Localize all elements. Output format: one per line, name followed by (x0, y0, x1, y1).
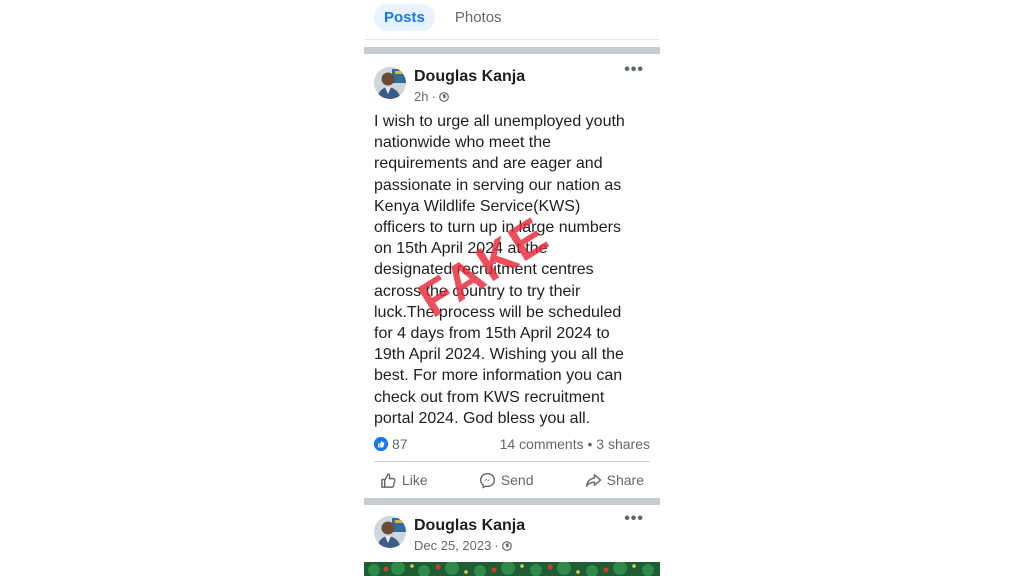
meta-dot: · (431, 89, 436, 104)
share-label: Share (606, 472, 644, 488)
like-label: Like (402, 472, 428, 488)
post-header: Douglas Kanja Dec 25, 2023 · ••• (374, 510, 650, 556)
post-header: Douglas Kanja 2h · ••• (374, 61, 650, 107)
like-button[interactable]: Like (374, 468, 434, 492)
thumbs-up-icon (381, 472, 396, 488)
globe-icon (438, 91, 449, 102)
post-text-line: passionate in serving our nation as (374, 176, 622, 194)
post-text-line: designated recruitment centres (374, 261, 594, 279)
post-text-line: across the country to try their (374, 282, 581, 300)
messenger-icon (479, 472, 495, 489)
feed-separator (364, 498, 660, 505)
post-meta: 2h · (414, 89, 449, 104)
post-text-line: luck.The process will be scheduled (374, 303, 622, 321)
post-text-line: requirements and are eager and (374, 155, 603, 173)
globe-icon (501, 540, 512, 551)
post-time[interactable]: 2h (414, 89, 428, 104)
profile-tabs: Posts Photos (374, 2, 512, 32)
post-text-line: officers to turn up in large numbers (374, 219, 621, 237)
post-author[interactable]: Douglas Kanja (414, 517, 525, 535)
tab-posts[interactable]: Posts (374, 3, 435, 31)
post-text-line: portal 2024. God bless you all. (374, 409, 591, 427)
post-meta: Dec 25, 2023 · (414, 538, 512, 553)
share-arrow-icon (585, 473, 601, 487)
post-text: I wish to urge all unemployed youth natio… (374, 111, 654, 429)
post-time[interactable]: Dec 25, 2023 (414, 538, 491, 553)
post-text-line: on 15th April 2024 at the (374, 240, 548, 258)
share-button[interactable]: Share (579, 468, 650, 492)
post-text-line: check out from KWS recruitment (374, 388, 605, 406)
reactions[interactable]: 87 (374, 436, 408, 452)
comments-shares-count[interactable]: 14 comments • 3 shares (500, 436, 650, 452)
feed-separator (364, 47, 660, 54)
send-label: Send (500, 472, 534, 488)
profile-feed: Posts Photos Douglas Kanja 2h · ••• I wi… (364, 0, 660, 576)
post-author[interactable]: Douglas Kanja (414, 68, 525, 86)
post-text-line: Kenya Wildlife Service(KWS) (374, 197, 581, 215)
meta-dot: · (494, 538, 499, 553)
post-text-line: for 4 days from 15th April 2024 to (374, 325, 610, 343)
post-text-line: 19th April 2024. Wishing you all the (374, 346, 624, 364)
avatar[interactable] (374, 67, 406, 99)
send-button[interactable]: Send (473, 468, 540, 492)
post-text-line: best. For more information you can (374, 367, 623, 385)
stats-divider (374, 461, 650, 462)
post-text-line: nationwide who meet the (374, 134, 551, 152)
post-image-preview[interactable] (364, 562, 660, 576)
tab-photos[interactable]: Photos (445, 4, 512, 31)
post-actions: Like Send Share (374, 468, 650, 492)
more-options-icon[interactable]: ••• (624, 61, 644, 79)
post-text-line: I wish to urge all unemployed youth (374, 113, 625, 130)
post-stats: 87 14 comments • 3 shares (374, 436, 650, 454)
more-options-icon[interactable]: ••• (624, 510, 644, 528)
reaction-count: 87 (392, 436, 408, 452)
like-reaction-icon (374, 437, 388, 451)
tabs-divider (364, 39, 660, 40)
avatar[interactable] (374, 516, 406, 548)
